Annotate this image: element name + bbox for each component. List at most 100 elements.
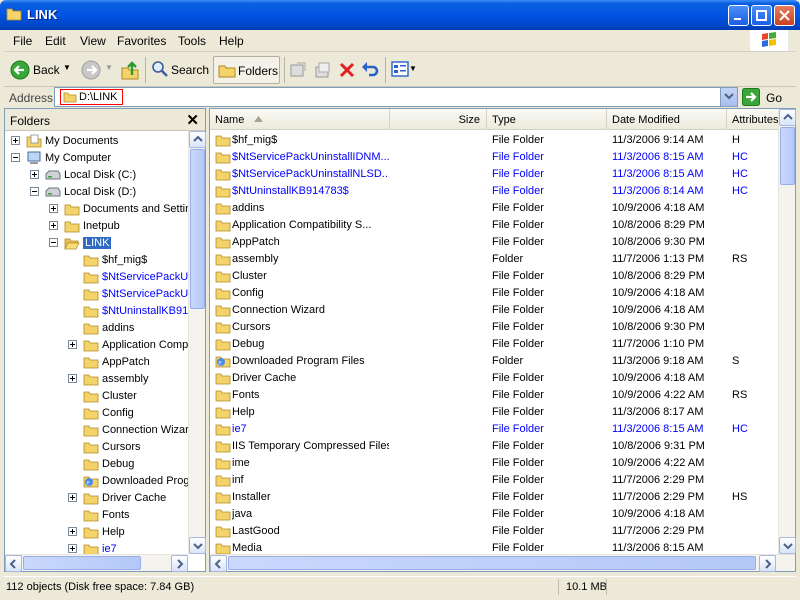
undo-icon[interactable] — [360, 60, 380, 80]
expand-icon[interactable] — [68, 527, 77, 536]
close-pane-icon[interactable]: ✕ — [186, 111, 199, 129]
menu-tools[interactable]: Tools — [178, 34, 206, 48]
scroll-down-button[interactable] — [189, 537, 206, 554]
minimize-button[interactable] — [728, 5, 749, 26]
list-vertical-scrollbar[interactable] — [778, 109, 796, 554]
tree-item[interactable]: e Downloaded Program Files — [5, 473, 188, 490]
column-date-modified[interactable]: Date Modified — [607, 109, 727, 130]
scroll-right-button[interactable] — [171, 555, 188, 572]
search-icon[interactable] — [151, 60, 169, 78]
table-row[interactable]: Fonts File Folder 10/9/2006 4:22 AM RS — [210, 386, 778, 403]
tree-item[interactable]: Inetpub — [5, 218, 188, 235]
table-row[interactable]: inf File Folder 11/7/2006 2:29 PM — [210, 471, 778, 488]
tree-item[interactable]: Fonts — [5, 507, 188, 524]
table-row[interactable]: Cursors File Folder 10/8/2006 9:30 PM — [210, 318, 778, 335]
table-row[interactable]: AppPatch File Folder 10/8/2006 9:30 PM — [210, 233, 778, 250]
tree-item[interactable]: Cluster — [5, 388, 188, 405]
collapse-icon[interactable] — [49, 238, 58, 247]
scroll-left-button[interactable] — [210, 555, 227, 572]
tree-item[interactable]: My Computer — [5, 150, 188, 167]
views-icon[interactable] — [391, 61, 409, 78]
tree-item[interactable]: ie7 — [5, 541, 188, 554]
address-dropdown-button[interactable] — [720, 88, 737, 106]
table-row[interactable]: Config File Folder 10/9/2006 4:18 AM — [210, 284, 778, 301]
table-row[interactable]: Application Compatibility S... File Folde… — [210, 216, 778, 233]
scroll-left-button[interactable] — [5, 555, 22, 572]
tree-item[interactable]: $NtServicePackUninstallNLSDownlevelMappi… — [5, 286, 188, 303]
menu-file[interactable]: File — [13, 34, 32, 48]
tree-item[interactable]: Debug — [5, 456, 188, 473]
tree-item[interactable]: $NtUninstallKB914783$ — [5, 303, 188, 320]
tree-item[interactable]: My Documents — [5, 133, 188, 150]
scroll-thumb[interactable] — [23, 556, 141, 570]
scroll-thumb[interactable] — [780, 127, 795, 185]
table-row[interactable]: ime File Folder 10/9/2006 4:22 AM — [210, 454, 778, 471]
up-folder-icon[interactable] — [120, 59, 140, 81]
tree-item[interactable]: assembly — [5, 371, 188, 388]
scroll-right-button[interactable] — [759, 555, 776, 572]
table-row[interactable]: Installer File Folder 11/7/2006 2:29 PM HS — [210, 488, 778, 505]
table-row[interactable]: $NtUninstallKB914783$ File Folder 11/3/200… — [210, 182, 778, 199]
expand-icon[interactable] — [68, 340, 77, 349]
table-row[interactable]: Media File Folder 11/3/2006 8:15 AM — [210, 539, 778, 555]
tree-horizontal-scrollbar[interactable] — [5, 554, 188, 572]
table-row[interactable]: IIS Temporary Compressed Files File Folde… — [210, 437, 778, 454]
table-row[interactable]: Driver Cache File Folder 10/9/2006 4:18 AM — [210, 369, 778, 386]
views-dropdown-icon[interactable]: ▼ — [409, 64, 417, 73]
table-row[interactable]: $hf_mig$ File Folder 11/3/2006 9:14 AM H — [210, 131, 778, 148]
tree-item[interactable]: Application Compatibility Scripts — [5, 337, 188, 354]
tree-item[interactable]: addins — [5, 320, 188, 337]
table-row[interactable]: $NtServicePackUninstallIDNM... File Folde… — [210, 148, 778, 165]
table-row[interactable]: assembly Folder 11/7/2006 1:13 PM RS — [210, 250, 778, 267]
tree-vertical-scrollbar[interactable] — [188, 131, 206, 554]
forward-dropdown-icon[interactable]: ▼ — [105, 63, 113, 72]
tree-item[interactable]: AppPatch — [5, 354, 188, 371]
menu-view[interactable]: View — [80, 34, 106, 48]
copy-to-icon[interactable] — [314, 61, 332, 79]
forward-arrow-icon[interactable] — [81, 60, 101, 80]
table-row[interactable]: ie7 File Folder 11/3/2006 8:15 AM HC — [210, 420, 778, 437]
tree-item[interactable]: Config — [5, 405, 188, 422]
tree-item[interactable]: $hf_mig$ — [5, 252, 188, 269]
back-button[interactable]: Back — [33, 63, 60, 77]
expand-icon[interactable] — [49, 204, 58, 213]
tree-item[interactable]: LINK — [5, 235, 188, 252]
tree-item[interactable]: Connection Wizard — [5, 422, 188, 439]
back-arrow-icon[interactable] — [10, 60, 30, 80]
menu-help[interactable]: Help — [219, 34, 244, 48]
expand-icon[interactable] — [68, 374, 77, 383]
menu-favorites[interactable]: Favorites — [117, 34, 166, 48]
title-bar[interactable]: LINK — [0, 0, 800, 30]
tree-item[interactable]: Cursors — [5, 439, 188, 456]
table-row[interactable]: addins File Folder 10/9/2006 4:18 AM — [210, 199, 778, 216]
table-row[interactable]: java File Folder 10/9/2006 4:18 AM — [210, 505, 778, 522]
delete-icon[interactable] — [338, 61, 356, 79]
scroll-thumb[interactable] — [228, 556, 756, 570]
column-size[interactable]: Size — [390, 109, 487, 130]
address-input[interactable]: D:\LINK — [54, 87, 738, 107]
column-type[interactable]: Type — [487, 109, 607, 130]
tree-item[interactable]: Local Disk (D:) — [5, 184, 188, 201]
column-name[interactable]: Name — [210, 109, 390, 130]
move-to-icon[interactable] — [289, 61, 307, 79]
table-row[interactable]: Cluster File Folder 10/8/2006 8:29 PM — [210, 267, 778, 284]
close-button[interactable] — [774, 5, 795, 26]
table-row[interactable]: Connection Wizard File Folder 10/9/2006 4:… — [210, 301, 778, 318]
expand-icon[interactable] — [68, 544, 77, 553]
table-row[interactable]: Debug File Folder 11/7/2006 1:10 PM — [210, 335, 778, 352]
table-row[interactable]: LastGood File Folder 11/7/2006 2:29 PM — [210, 522, 778, 539]
maximize-button[interactable] — [751, 5, 772, 26]
tree-item[interactable]: $NtServicePackUninstallIDNMitigationAPIs… — [5, 269, 188, 286]
tree-item[interactable]: Documents and Settings — [5, 201, 188, 218]
tree-item[interactable]: Help — [5, 524, 188, 541]
folders-button[interactable]: Folders — [213, 56, 280, 84]
tree-item[interactable]: Driver Cache — [5, 490, 188, 507]
scroll-up-button[interactable] — [189, 131, 206, 148]
expand-icon[interactable] — [68, 493, 77, 502]
go-button[interactable]: Go — [742, 88, 794, 106]
scroll-down-button[interactable] — [779, 537, 796, 554]
tree-item[interactable]: Local Disk (C:) — [5, 167, 188, 184]
expand-icon[interactable] — [30, 170, 39, 179]
table-row[interactable]: $NtServicePackUninstallNLSD... File Folde… — [210, 165, 778, 182]
expand-icon[interactable] — [11, 136, 20, 145]
